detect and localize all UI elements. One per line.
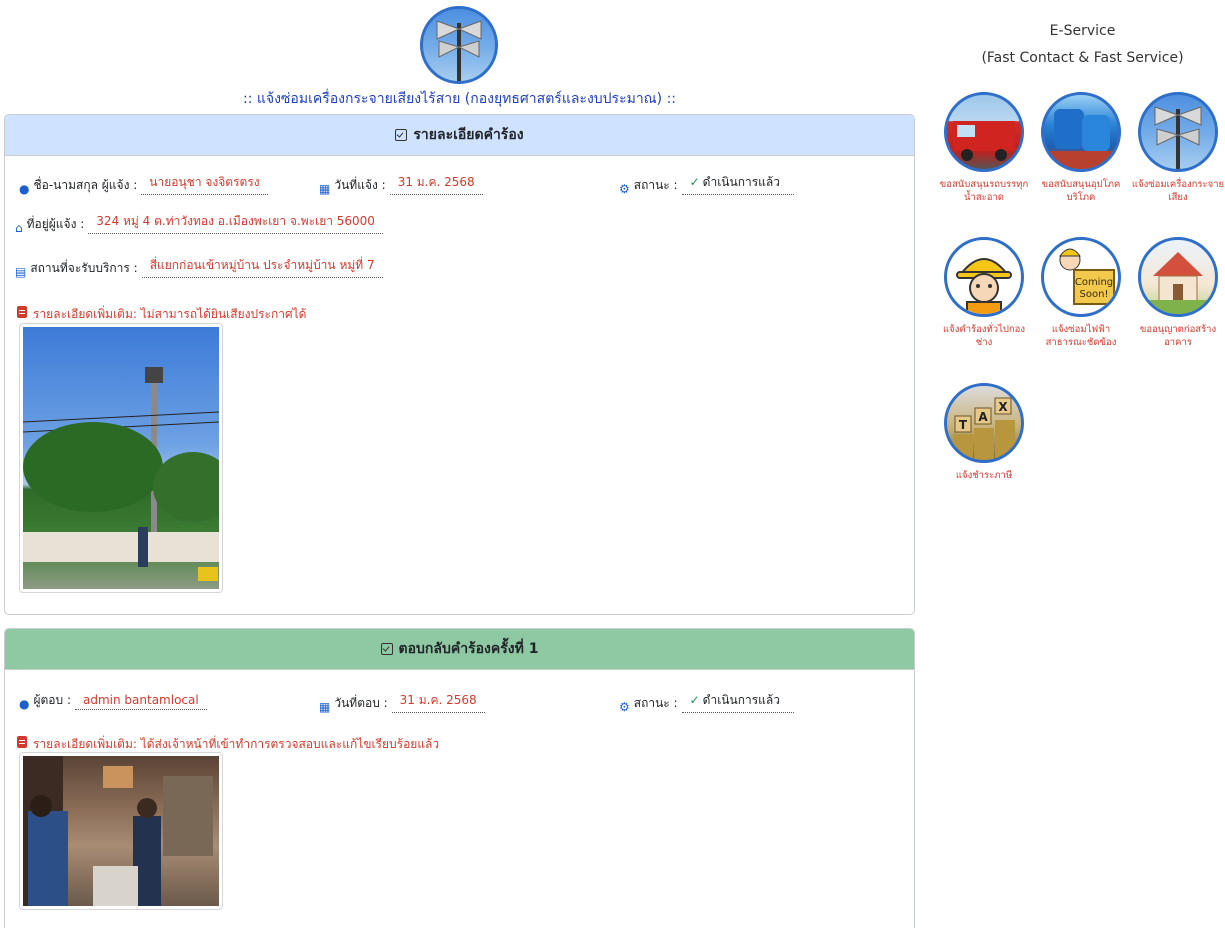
request-date-label: วันที่แจ้ง : [334, 178, 386, 192]
loudspeaker-icon [1138, 92, 1218, 172]
page-title: :: แจ้งซ่อมเครื่องกระจายเสียงไร้สาย (กอง… [242, 91, 677, 107]
service-label: ขออนุญาตก่อสร้างอาคาร [1139, 324, 1217, 348]
svg-text:Coming: Coming [1075, 277, 1113, 288]
eservice-title: E-Service (Fast Contact & Fast Service) [960, 18, 1205, 72]
reply-date-label: วันที่ตอบ : [334, 696, 388, 710]
checklist-icon [380, 643, 393, 655]
request-card-header: รายละเอียดคำร้อง [5, 115, 914, 156]
responder-field: ● ผู้ตอบ : admin bantamlocal [19, 691, 207, 710]
service-location-label: สถานที่จะรับบริการ : [30, 261, 138, 275]
request-card-title: รายละเอียดคำร้อง [413, 127, 524, 143]
svg-text:T: T [959, 418, 968, 432]
svg-text:Soon!: Soon! [1080, 289, 1109, 300]
service-building-permit[interactable]: ขออนุญาตก่อสร้างอาคาร [1130, 237, 1225, 349]
service-general-request[interactable]: แจ้งคำร้องทั่วไปกองช่าง [936, 237, 1032, 349]
check-icon: ✓ [689, 693, 700, 707]
eservice-title-line2: (Fast Contact & Fast Service) [981, 50, 1184, 66]
service-location-field: ▤ สถานที่จะรับบริการ : สี่แยกก่อนเข้าหมู… [15, 256, 383, 278]
requester-name-field: ● ชื่อ-นามสกุล ผู้แจ้ง : นายอนุชา จงจิตร… [19, 173, 268, 195]
building-icon: ▤ [15, 265, 27, 279]
tax-icon: T A X [944, 383, 1024, 463]
request-status-value: ✓ ดำเนินการแล้ว [681, 173, 794, 195]
requester-address-label: ที่อยู่ผู้แจ้ง : [26, 217, 85, 231]
requester-address-value: 324 หมู่ 4 ต.ท่าวังทอง อ.เมืองพะเยา จ.พะ… [88, 212, 383, 234]
eservice-title-line1: E-Service [1049, 23, 1116, 39]
service-label: แจ้งซ่อมไฟฟ้าสาธารณะชัดข้อง [1045, 324, 1117, 348]
request-photo[interactable] [19, 323, 223, 593]
requester-name-value: นายอนุชา จงจิตรตรง [141, 173, 268, 195]
requester-name-label: ชื่อ-นามสกุล ผู้แจ้ง : [33, 178, 138, 192]
engineer-icon [944, 237, 1024, 317]
service-label: แจ้งคำร้องทั่วไปกองช่าง [943, 324, 1025, 348]
service-loudspeaker-repair[interactable]: แจ้งซ่อมเครื่องกระจายเสียง [1130, 92, 1225, 204]
house-icon: ⌂ [15, 221, 23, 235]
requester-address-field: ⌂ ที่อยู่ผู้แจ้ง : 324 หมู่ 4 ต.ท่าวังทอ… [15, 212, 383, 234]
service-tax-payment[interactable]: T A X แจ้งชำระภาษี [936, 383, 1032, 482]
reply-status-value: ✓ ดำเนินการแล้ว [681, 691, 794, 713]
service-water-truck[interactable]: ขอสนับสนุนรถบรรทุกน้ำสะอาด [936, 92, 1032, 204]
service-consumer-goods[interactable]: ขอสนับสนุนอุปโภคบริโภค [1033, 92, 1129, 204]
gear-icon: ⚙ [619, 182, 630, 196]
request-date-field: ▦ วันที่แจ้ง : 31 ม.ค. 2568 [319, 173, 483, 195]
calendar-icon: ▦ [319, 182, 331, 196]
responder-label: ผู้ตอบ : [33, 693, 71, 707]
reply-date-value: 31 ม.ค. 2568 [391, 691, 485, 713]
request-status-field: ⚙ สถานะ : ✓ ดำเนินการแล้ว [619, 173, 794, 195]
calendar-icon: ▦ [319, 700, 331, 714]
service-location-value: สี่แยกก่อนเข้าหมู่บ้าน ประจำหมู่บ้าน หมู… [141, 256, 383, 278]
note-icon [17, 306, 27, 318]
reply-card: ตอบกลับคำร้องครั้งที่ 1 ● ผู้ตอบ : admin… [4, 628, 915, 928]
reply-card-header: ตอบกลับคำร้องครั้งที่ 1 [5, 629, 914, 670]
reply-date-field: ▦ วันที่ตอบ : 31 ม.ค. 2568 [319, 691, 485, 713]
checklist-icon [395, 129, 408, 141]
gear-icon: ⚙ [619, 700, 630, 714]
svg-text:X: X [998, 400, 1008, 414]
svg-text:A: A [978, 410, 988, 424]
service-label: ขอสนับสนุนรถบรรทุกน้ำสะอาด [939, 179, 1029, 203]
reply-status-field: ⚙ สถานะ : ✓ ดำเนินการแล้ว [619, 691, 794, 713]
person-icon: ● [19, 697, 30, 711]
service-label: ขอสนับสนุนอุปโภคบริโภค [1041, 179, 1121, 203]
fire-truck-icon [944, 92, 1024, 172]
request-extra-details: รายละเอียดเพิ่มเติม: ไม่สามารถได้ยินเสีย… [17, 305, 306, 324]
responder-value: admin bantamlocal [75, 693, 207, 710]
water-tank-icon [1041, 92, 1121, 172]
request-status-label: สถานะ : [633, 178, 678, 192]
service-label: แจ้งชำระภาษี [955, 470, 1013, 481]
reply-card-title: ตอบกลับคำร้องครั้งที่ 1 [398, 641, 539, 657]
service-label: แจ้งซ่อมเครื่องกระจายเสียง [1131, 179, 1225, 203]
house-construction-icon [1138, 237, 1218, 317]
coming-soon-icon: Coming Soon! [1041, 237, 1121, 317]
note-icon [17, 736, 27, 748]
reply-status-label: สถานะ : [633, 696, 678, 710]
check-icon: ✓ [689, 175, 700, 189]
service-street-light-repair[interactable]: Coming Soon! แจ้งซ่อมไฟฟ้าสาธารณะชัดข้อง [1033, 237, 1129, 349]
reply-photo[interactable] [19, 752, 223, 910]
person-icon: ● [19, 182, 30, 196]
request-date-value: 31 ม.ค. 2568 [389, 173, 483, 195]
request-details-card: รายละเอียดคำร้อง ● ชื่อ-นามสกุล ผู้แจ้ง … [4, 114, 915, 615]
loudspeaker-logo-icon [420, 6, 498, 84]
